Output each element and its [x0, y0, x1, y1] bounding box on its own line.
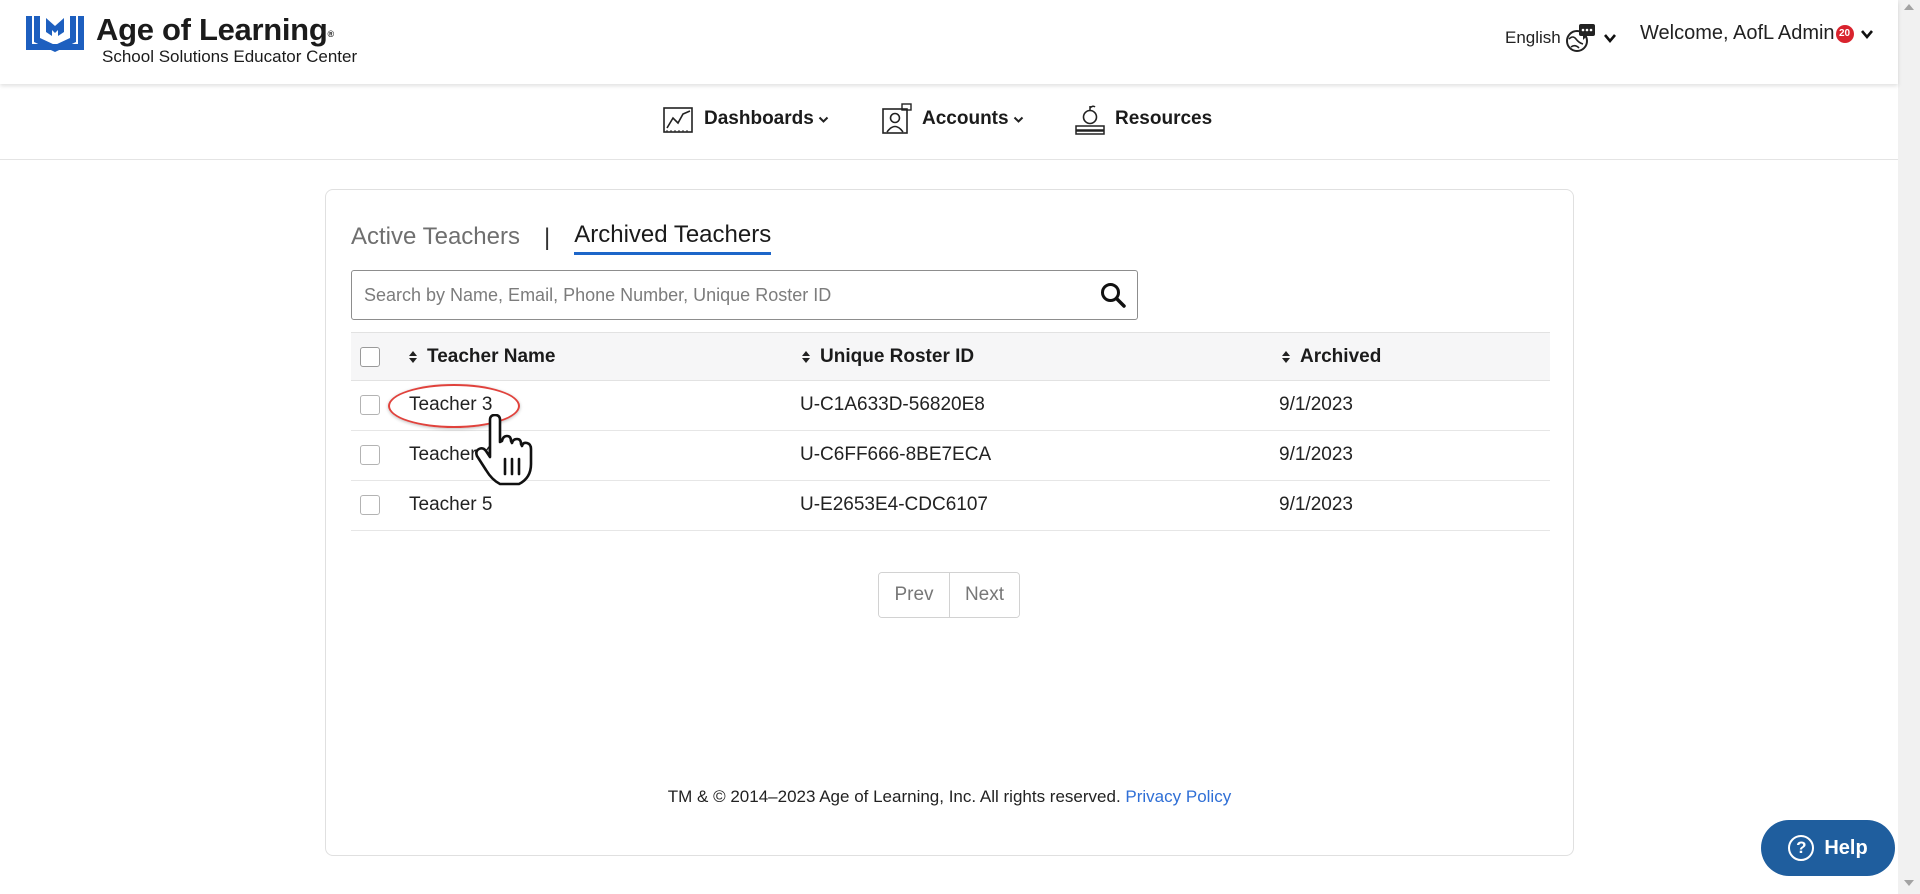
column-label: Archived [1300, 346, 1382, 367]
chevron-down-icon [1860, 29, 1873, 39]
user-profile-icon [882, 103, 912, 134]
column-header-archived[interactable]: Archived [1281, 346, 1381, 368]
roster-id-cell: U-C1A633D-56820E8 [800, 394, 985, 415]
row-checkbox[interactable] [360, 445, 380, 465]
brand-logo[interactable]: Age of Learning® School Solutions Educat… [24, 10, 357, 66]
teachers-card: Active Teachers | Archived Teachers Teac… [325, 189, 1574, 856]
prev-page-button[interactable]: Prev [879, 573, 949, 617]
help-button[interactable]: ? Help [1761, 820, 1895, 876]
teacher-name-cell[interactable]: Teacher 5 [409, 494, 492, 516]
tab-archived-teachers[interactable]: Archived Teachers [574, 221, 772, 255]
pagination: Prev Next [878, 572, 1020, 618]
nav-item-accounts[interactable]: Accounts [880, 102, 1024, 136]
archived-date-cell: 9/1/2023 [1279, 394, 1353, 415]
user-menu[interactable]: Welcome, AofL Admin 20 [1640, 22, 1874, 45]
table-row: Teacher 5 U-E2653E4-CDC6107 9/1/2023 [351, 481, 1550, 531]
copyright-text: TM & © 2014–2023 Age of Learning, Inc. A… [667, 787, 1121, 806]
top-header: Age of Learning® School Solutions Educat… [0, 0, 1898, 84]
nav-label-dashboards: Dashboards [704, 108, 814, 129]
column-label: Teacher Name [427, 346, 556, 367]
brand-subtitle: School Solutions Educator Center [102, 47, 358, 66]
roster-id-cell: U-C6FF666-8BE7ECA [800, 444, 992, 465]
sort-icon [409, 351, 417, 363]
chevron-down-icon [1013, 116, 1023, 123]
tab-active-teachers[interactable]: Active Teachers [351, 223, 520, 254]
teacher-tabs: Active Teachers | Archived Teachers [351, 221, 772, 255]
main-nav: Dashboards Accounts Resources [0, 84, 1898, 160]
sort-icon [802, 351, 810, 363]
privacy-policy-link[interactable]: Privacy Policy [1125, 787, 1231, 806]
scroll-down-arrow-icon[interactable] [1904, 880, 1914, 886]
logo-text: Age of Learning® School Solutions Educat… [96, 12, 357, 66]
notification-badge: 20 [1835, 24, 1854, 43]
row-checkbox[interactable] [360, 395, 380, 415]
chevron-down-icon [1603, 34, 1616, 44]
select-all-checkbox[interactable] [360, 347, 380, 367]
help-label: Help [1824, 836, 1868, 859]
trademark-mark: ® [327, 29, 334, 39]
next-page-button[interactable]: Next [949, 573, 1019, 617]
vertical-scrollbar[interactable] [1898, 0, 1920, 894]
nav-item-dashboards[interactable]: Dashboards [662, 102, 829, 136]
language-selector[interactable]: English [1505, 22, 1617, 54]
nav-item-resources[interactable]: Resources [1073, 102, 1212, 136]
column-label: Unique Roster ID [820, 346, 975, 367]
archived-date-cell: 9/1/2023 [1279, 494, 1353, 515]
roster-id-cell: U-E2653E4-CDC6107 [800, 494, 988, 515]
question-icon: ? [1788, 835, 1815, 861]
apple-books-icon [1075, 105, 1105, 135]
language-label: English [1505, 28, 1561, 47]
nav-label-resources: Resources [1115, 108, 1213, 129]
table-header: Teacher Name Unique Roster ID Archived [351, 332, 1550, 381]
search-icon[interactable] [1099, 281, 1127, 309]
brand-title-text: Age of Learning [96, 12, 328, 47]
welcome-label: Welcome, AofL Admin [1640, 22, 1835, 44]
tab-separator: | [543, 224, 551, 251]
chevron-down-icon [818, 116, 829, 123]
search-input[interactable] [352, 271, 1099, 319]
nav-label-accounts: Accounts [922, 108, 1009, 129]
hand-pointer-icon [475, 414, 533, 486]
sort-icon [1282, 351, 1290, 363]
globe-chat-icon [1565, 24, 1595, 52]
scroll-up-arrow-icon[interactable] [1904, 4, 1914, 10]
logo-mark-icon [26, 16, 84, 52]
brand-title: Age of Learning® [96, 12, 357, 48]
archived-date-cell: 9/1/2023 [1279, 444, 1353, 465]
column-header-roster-id[interactable]: Unique Roster ID [801, 346, 974, 368]
row-checkbox[interactable] [360, 495, 380, 515]
page-footer: TM & © 2014–2023 Age of Learning, Inc. A… [326, 787, 1573, 807]
search-box [351, 270, 1138, 320]
chart-icon [663, 107, 693, 133]
column-header-teacher-name[interactable]: Teacher Name [408, 346, 556, 368]
